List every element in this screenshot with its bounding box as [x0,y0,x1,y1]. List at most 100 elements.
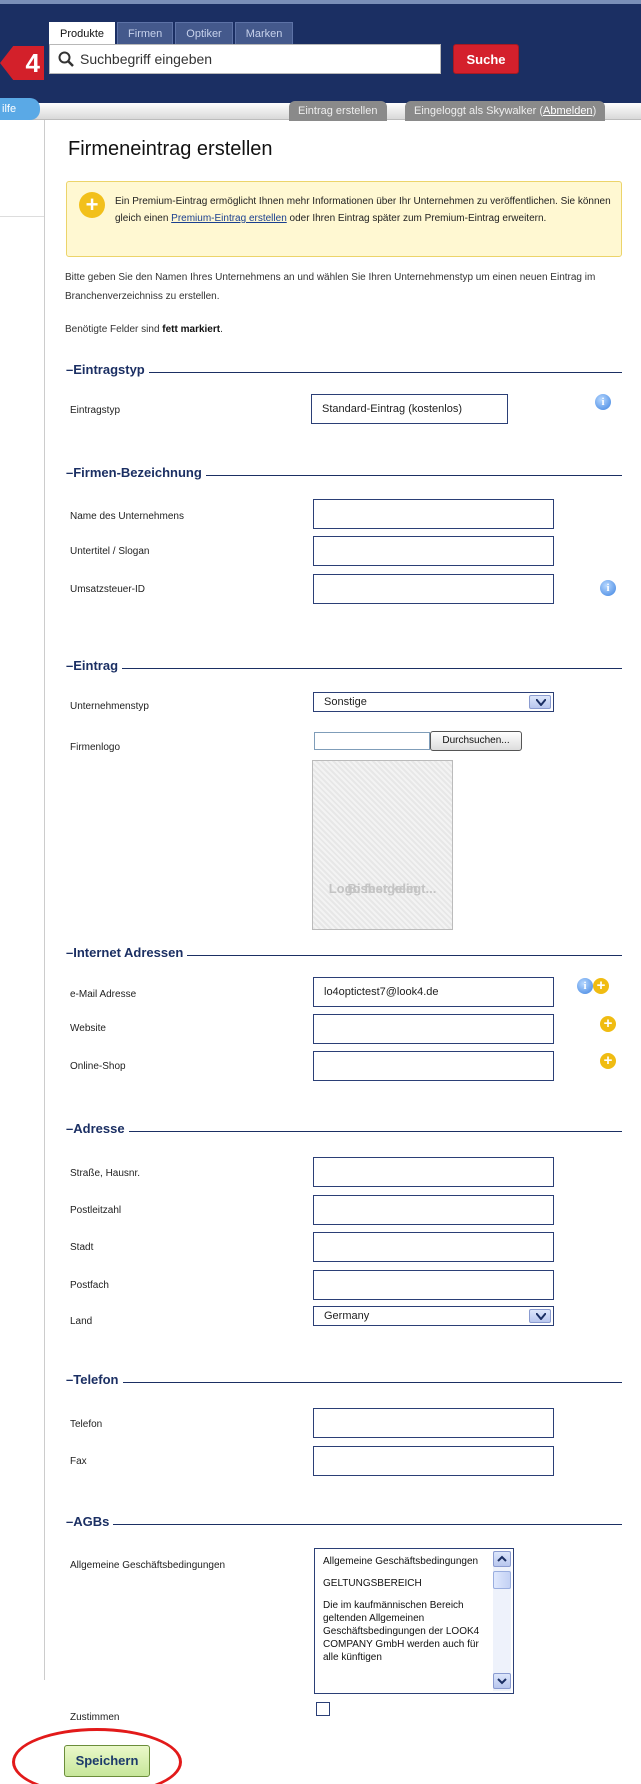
required-prefix: Benötigte Felder sind [65,324,163,335]
tab-produkte[interactable]: Produkte [49,22,116,44]
tab-marken[interactable]: Marken [234,22,294,44]
label-land: Land [70,1316,93,1327]
add-icon[interactable]: + [593,978,609,994]
po-box-input[interactable] [313,1270,554,1300]
required-suffix: . [220,324,223,335]
label-agb: Allgemeine Geschäftsbedingungen [70,1560,226,1571]
scroll-down-icon[interactable] [493,1673,511,1689]
label-unternehmenstyp: Unternehmenstyp [70,701,149,712]
section-firmen-bezeichnung: –Firmen-Bezeichnung [66,465,622,485]
online-shop-input[interactable] [313,1051,554,1081]
scroll-thumb[interactable] [493,1571,511,1589]
label-name: Name des Unternehmens [70,511,184,522]
section-title: –Internet Adressen [66,945,188,960]
vat-id-input[interactable] [313,574,554,604]
section-title: –AGBs [66,1514,114,1529]
section-eintrag: –Eintrag [66,658,622,678]
phone-input[interactable] [313,1408,554,1438]
label-website: Website [70,1023,106,1034]
section-title: –Eintragstyp [66,362,149,377]
info-icon[interactable]: i [595,394,611,410]
info-icon[interactable]: i [600,580,616,596]
logged-in-text: Eingeloggt als Skywalker ( [414,105,544,117]
section-title: –Adresse [66,1121,129,1136]
section-title: –Firmen-Bezeichnung [66,465,206,480]
eintragstyp-field[interactable]: Standard-Eintrag (kostenlos) [311,394,508,424]
add-icon[interactable]: + [600,1016,616,1032]
label-telefon: Telefon [70,1419,103,1430]
intro-text: Bitte geben Sie den Namen Ihres Unterneh… [65,272,596,302]
left-divider [44,120,45,1680]
required-note: Benötigte Felder sind fett markiert. [65,324,223,335]
street-input[interactable] [313,1157,554,1187]
premium-notice: + Ein Premium-Eintrag ermöglicht Ihnen m… [66,181,622,257]
terms-body: Die im kaufmännischen Bereich geltenden … [323,1600,480,1663]
label-zustimmen: Zustimmen [70,1712,120,1723]
search-button[interactable]: Suche [453,44,519,74]
label-stadt: Stadt [70,1242,94,1253]
terms-textarea[interactable]: Allgemeine Geschäftsbedingungen GELTUNGS… [314,1548,514,1694]
premium-entry-link[interactable]: Premium-Eintrag erstellen [171,213,287,224]
terms-subheading: GELTUNGSBEREICH [323,1578,422,1589]
logged-in-suffix: ) [592,105,597,117]
postal-code-input[interactable] [313,1195,554,1225]
info-icon[interactable]: i [577,978,593,994]
add-icon[interactable]: + [600,1053,616,1069]
label-untertitel: Untertitel / Slogan [70,546,150,557]
plus-icon: + [79,192,105,218]
section-eintragstyp: –Eintragstyp [66,362,622,382]
annotation-circle [12,1728,182,1784]
website-input[interactable] [313,1014,554,1044]
section-telefon: –Telefon [66,1372,622,1392]
category-tabs: Produkte Firmen Optiker Marken [49,22,294,44]
terms-text: Allgemeine Geschäftsbedingungen GELTUNGS… [323,1555,488,1673]
fax-input[interactable] [313,1446,554,1476]
country-select[interactable]: Germany [313,1306,554,1326]
city-input[interactable] [313,1232,554,1262]
chevron-down-icon[interactable] [529,1309,551,1323]
create-entry-tab[interactable]: Eintrag erstellen [289,101,387,121]
company-type-select[interactable]: Sonstige [313,692,554,712]
browse-button[interactable]: Durchsuchen... [430,731,522,751]
scroll-up-icon[interactable] [493,1551,511,1567]
agree-checkbox[interactable] [316,1702,330,1716]
section-adresse: –Adresse [66,1121,622,1141]
slogan-input[interactable] [313,536,554,566]
company-type-value: Sonstige [324,696,367,708]
label-shop: Online-Shop [70,1061,126,1072]
help-tab[interactable]: ilfe [0,98,40,120]
logged-in-tab: Eingeloggt als Skywalker (Abmelden) [405,101,606,121]
email-input[interactable]: lo4optictest7@look4.de [313,977,554,1007]
placeholder-line2: Logo festgelegt... [328,881,437,896]
search-box [49,44,441,74]
label-postfach: Postfach [70,1280,109,1291]
terms-scrollbar[interactable] [493,1551,511,1691]
label-ust: Umsatzsteuer-ID [70,584,146,595]
notice-text-part2: oder Ihren Eintrag später zum Premium-Ei… [286,213,547,224]
label-strasse: Straße, Hausnr. [70,1168,141,1179]
label-eintragstyp: Eintragstyp [70,405,121,416]
tab-firmen[interactable]: Firmen [117,22,174,44]
terms-heading: Allgemeine Geschäftsbedingungen [323,1556,479,1567]
section-title: –Eintrag [66,658,123,673]
company-name-input[interactable] [313,499,554,529]
required-bold: fett markiert [162,324,221,335]
section-title: –Telefon [66,1372,123,1387]
search-icon [58,51,74,67]
logout-link[interactable]: Abmelden [543,105,593,117]
section-agbs: –AGBs [66,1514,622,1534]
notice-text: Ein Premium-Eintrag ermöglicht Ihnen meh… [115,193,615,227]
logo-file-input[interactable] [314,732,430,750]
top-line [0,0,641,4]
page-title: Firmeneintrag erstellen [68,138,273,160]
chevron-down-icon[interactable] [529,695,551,709]
label-firmenlogo: Firmenlogo [70,742,121,753]
search-input[interactable] [80,51,420,67]
country-value: Germany [324,1310,370,1322]
logo-placeholder: Bisher kein Logo festgelegt... [312,760,453,930]
section-internet-adressen: –Internet Adressen [66,945,622,965]
label-fax: Fax [70,1456,87,1467]
tab-optiker[interactable]: Optiker [175,22,233,44]
label-plz: Postleitzahl [70,1205,122,1216]
left-short-divider [0,216,44,217]
